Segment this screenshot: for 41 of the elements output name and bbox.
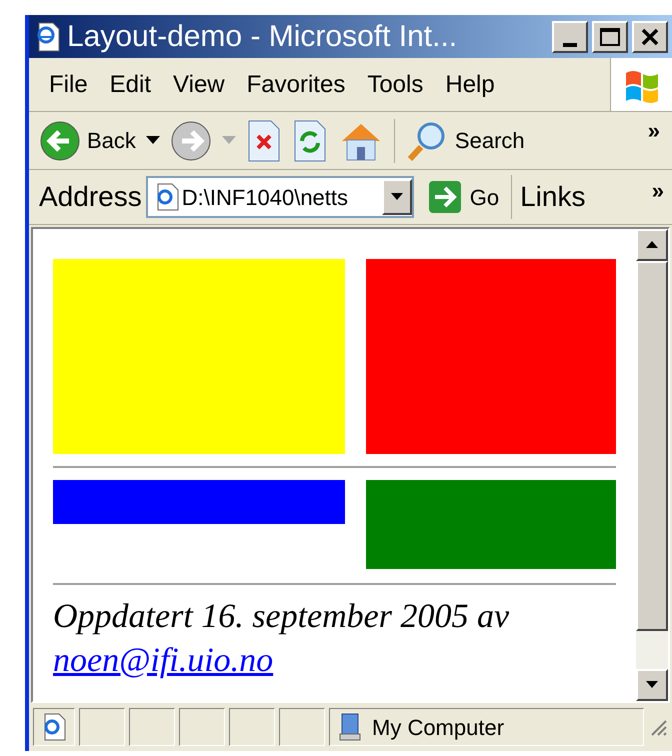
links-label[interactable]: Links [520,176,652,218]
address-field[interactable]: D:\INF1040\netts [146,176,414,218]
address-label: Address [39,180,142,214]
menu-item[interactable]: Tools [367,66,424,102]
caret-icon[interactable] [146,136,160,145]
status-pane [129,708,175,746]
chevron-icon[interactable]: » [648,114,660,147]
back-button[interactable]: Back [39,120,136,162]
maximize-button[interactable] [592,20,628,52]
menu-item[interactable]: File [49,66,88,102]
chevron-icon[interactable]: » [652,174,664,207]
caret-icon [390,193,403,201]
menu-item[interactable]: Help [445,66,495,102]
status-pane [179,708,225,746]
scroll-thumb[interactable] [636,261,668,631]
down-arrow-icon [646,681,658,689]
close-icon [640,26,660,46]
search-button[interactable]: Search [404,118,525,162]
scroll-down-button[interactable] [636,669,668,701]
dropdown-button[interactable] [382,179,412,215]
stop-icon [246,118,282,162]
refresh-icon [292,118,328,162]
zone-label: My Computer [372,714,504,742]
status-pane [229,708,275,746]
scrollbar[interactable] [636,229,668,701]
menu-item[interactable]: Favorites [246,66,346,102]
status-pane [279,708,325,746]
refresh-button[interactable] [292,118,328,162]
go-button[interactable]: Go [428,175,512,219]
scroll-up-button[interactable] [636,229,668,261]
status-pane [79,708,125,746]
update-note: Oppdatert 16. september 2005 av noen@ifi.uio.no [53,597,510,681]
window-title: Layout-demo - Microsoft Int... [67,22,458,52]
stop-button[interactable] [246,118,282,162]
up-arrow-icon [646,241,658,249]
close-button[interactable] [632,20,668,52]
email-link[interactable]: noen@ifi.uio.no [53,642,274,679]
menu-item[interactable]: Edit [110,66,152,102]
address-value: D:\INF1040\netts [182,184,350,212]
menu-item[interactable]: View [173,66,225,102]
minimize-button[interactable] [552,20,588,52]
